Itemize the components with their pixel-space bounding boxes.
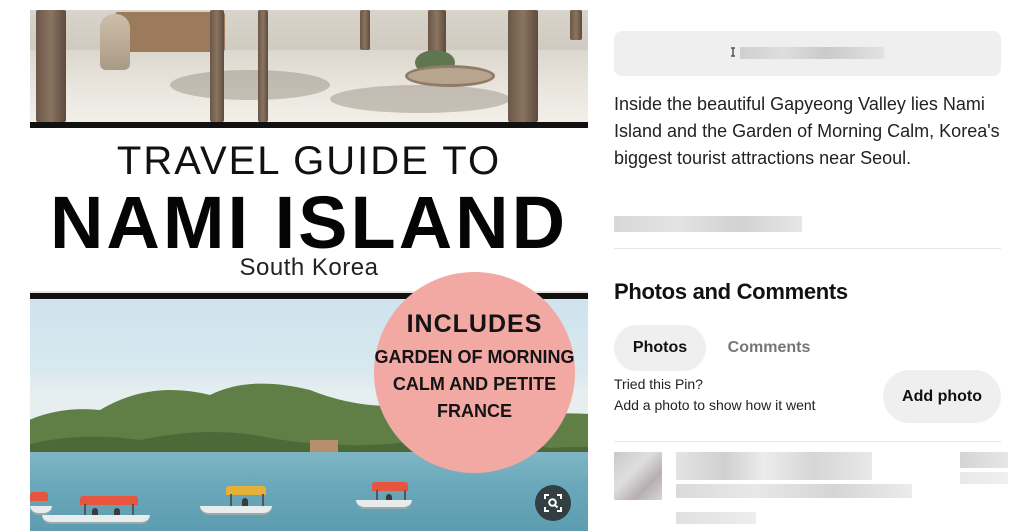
forest-path-photo	[30, 10, 588, 122]
badge-heading: INCLUDES	[406, 310, 543, 338]
title-line-1: TRAVEL GUIDE TO	[116, 139, 502, 183]
title-line-2: NAMI ISLAND	[49, 181, 569, 264]
photos-comments-heading: Photos and Comments	[614, 279, 848, 304]
add-photo-button[interactable]: Add photo	[883, 370, 1001, 423]
blurred-link-text	[740, 47, 884, 59]
badge-text: GARDEN OF MORNING CALM AND PETITE FRANCE	[374, 347, 575, 421]
tab-comments[interactable]: Comments	[714, 325, 824, 371]
pin-detail-page: TRAVEL GUIDE TO NAMI ISLAND South Korea	[0, 0, 1024, 531]
source-link[interactable]	[614, 31, 1001, 76]
tab-photos[interactable]: Photos	[614, 325, 706, 371]
title-panel: TRAVEL GUIDE TO NAMI ISLAND South Korea	[30, 128, 588, 291]
visual-search-icon[interactable]	[535, 485, 571, 521]
pin-description: Inside the beautiful Gapyeong Valley lie…	[614, 94, 1000, 168]
tried-hint: Add a photo to show how it went	[614, 397, 816, 413]
divider	[614, 441, 1001, 442]
divider	[614, 248, 1001, 249]
tried-pin-text: Tried this Pin? Add a photo to show how …	[614, 374, 816, 416]
tried-prompt: Tried this Pin?	[614, 376, 703, 392]
pin-image[interactable]: TRAVEL GUIDE TO NAMI ISLAND South Korea	[30, 10, 588, 531]
includes-badge: INCLUDES GARDEN OF MORNING CALM AND PETI…	[374, 272, 575, 473]
blurred-text	[614, 216, 802, 232]
link-icon	[731, 47, 735, 57]
visual-search-icon	[544, 494, 562, 512]
